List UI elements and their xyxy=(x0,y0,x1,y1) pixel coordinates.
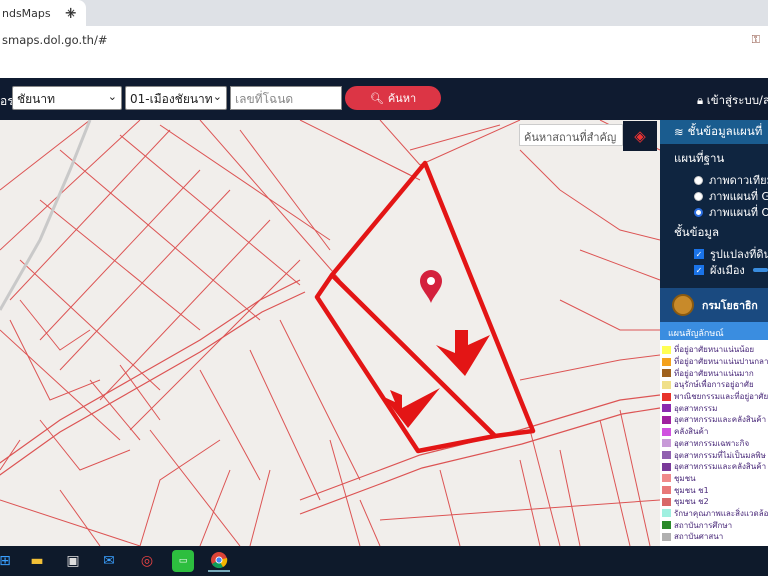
checkbox-checked[interactable]: ✓ xyxy=(694,265,704,275)
media-icon[interactable]: ◎ xyxy=(136,550,158,572)
lock-icon: 🔒︎ xyxy=(697,93,704,107)
province-value: ชัยนาท xyxy=(17,92,56,106)
basemap-option-satellite[interactable]: ภาพดาวเทียม xyxy=(674,172,768,188)
legend-item: พาณิชยกรรมและที่อยู่อาศัย xyxy=(662,391,768,403)
mail-icon[interactable]: ✉ xyxy=(98,550,120,572)
login-label: เข้าสู่ระบบ/ล xyxy=(706,93,768,107)
district-value: 01-เมืองชัยนาท xyxy=(130,92,213,106)
chrome-logo xyxy=(211,552,228,569)
legend-item: อุตสาหกรรมและคลังสินค้า xyxy=(662,414,768,426)
legend-item: ชุมชน ช1 xyxy=(662,484,768,496)
legend-item: อนุรักษ์เพื่อการอยู่อาศัย xyxy=(662,379,768,391)
legend-swatch xyxy=(662,474,671,483)
store-icon[interactable]: ▣ xyxy=(62,550,84,572)
new-tab-button[interactable]: + xyxy=(64,3,77,22)
legend-swatch xyxy=(662,427,671,436)
legend-swatch xyxy=(662,462,671,471)
tab-title: ndsMaps xyxy=(2,6,51,20)
chevron-down-icon: ⌄ xyxy=(212,90,222,103)
search-button-label: ค้นหา xyxy=(387,92,417,105)
legend-swatch xyxy=(662,451,671,460)
legend-swatch xyxy=(662,357,671,366)
layer-option-label: ผังเมือง xyxy=(710,264,745,277)
checkbox-checked[interactable]: ✓ xyxy=(694,249,704,259)
legend-item: รักษาคุณภาพและสิ่งแวดล้อม xyxy=(662,508,768,520)
layer-panel-body: แผนที่ฐาน ภาพดาวเทียม ภาพแผนที่ G ภาพแผน… xyxy=(660,144,768,288)
legend-swatch xyxy=(662,404,671,413)
department-bar: กรมโยธาธิก xyxy=(660,288,768,322)
legend-swatch xyxy=(662,497,671,506)
layer-option-cityplan[interactable]: ✓ ผังเมือง xyxy=(674,262,768,278)
layer-panel-header[interactable]: ≋ ชั้นข้อมูลแผนที่ xyxy=(660,120,768,144)
layers-icon: ◈ xyxy=(634,127,646,145)
screen: ndsMaps × + smaps.dol.go.th/# ⚿ อร ชัยนา… xyxy=(0,0,768,576)
line-app-icon[interactable]: ▭ xyxy=(172,550,194,572)
arrow-down-icon xyxy=(436,330,490,376)
legend-item: ชุมชน ช2 xyxy=(662,496,768,508)
layer-panel-title: ชั้นข้อมูลแผนที่ xyxy=(687,124,763,138)
radio-button[interactable] xyxy=(694,191,703,201)
url-text[interactable]: smaps.dol.go.th/# xyxy=(0,33,107,47)
layer-panel: ≋ ชั้นข้อมูลแผนที่ แผนที่ฐาน ภาพดาวเทียม… xyxy=(660,120,768,546)
legend-item: ที่อยู่อาศัยหนาแน่นมาก xyxy=(662,367,768,379)
legend-item: สถาบันศาสนา xyxy=(662,531,768,543)
place-search-input[interactable]: ค้นหาสถานที่สำคัญ xyxy=(519,124,623,146)
radio-button-selected[interactable] xyxy=(694,207,703,217)
legend-swatch xyxy=(662,369,671,378)
windows-start-icon[interactable]: ⊞ xyxy=(0,550,16,572)
legend-swatch xyxy=(662,380,671,389)
legend-item: ที่อยู่อาศัยหนาแน่นปานกลาง xyxy=(662,356,768,368)
layers-title: ชั้นข้อมูล xyxy=(674,225,720,239)
legend-swatch xyxy=(662,439,671,448)
legend-label: สถาบันศาสนา xyxy=(674,532,724,542)
opacity-slider[interactable] xyxy=(752,268,768,272)
lock-icon[interactable]: ⚿ xyxy=(752,33,760,47)
chrome-icon[interactable] xyxy=(208,550,230,572)
legend-swatch xyxy=(662,415,671,424)
address-bar[interactable]: smaps.dol.go.th/# xyxy=(0,26,768,54)
radio-button[interactable] xyxy=(694,175,703,185)
legend-item: ชุมชน xyxy=(662,473,768,485)
browser-tab-strip: ndsMaps × + xyxy=(0,0,768,26)
legend-item: อุตสาหกรรม xyxy=(662,402,768,414)
legend-swatch xyxy=(662,392,671,401)
deed-number-input[interactable]: เลขที่โฉนด xyxy=(230,86,342,110)
map-svg[interactable] xyxy=(0,120,768,546)
legend-item: สถาบันการศึกษา xyxy=(662,519,768,531)
legend-item: อุตสาหกรรมและคลังสินค้า xyxy=(662,461,768,473)
legend-swatch xyxy=(662,345,671,354)
province-select[interactable]: ชัยนาท ⌄ xyxy=(12,86,122,110)
legend-item: ที่อยู่อาศัยหนาแน่นน้อย xyxy=(662,344,768,356)
map-canvas[interactable] xyxy=(0,120,768,546)
legend-swatch xyxy=(662,532,671,541)
basemap-option-google[interactable]: ภาพแผนที่ G xyxy=(674,188,768,204)
legend-item: คลังสินค้า xyxy=(662,426,768,438)
map-pin-icon xyxy=(420,270,442,303)
page-top-spacer xyxy=(0,54,768,78)
basemap-option-osm[interactable]: ภาพแผนที่ O xyxy=(674,204,768,220)
legend-item: อุตสาหกรรมเฉพาะกิจ xyxy=(662,438,768,450)
chevron-down-icon: ⌄ xyxy=(107,90,117,103)
legend-swatch xyxy=(662,486,671,495)
basemap-option-label: ภาพแผนที่ O xyxy=(709,206,768,219)
search-icon: 🔍︎ xyxy=(369,91,384,105)
parcel-lines xyxy=(0,120,661,546)
district-select[interactable]: 01-เมืองชัยนาท ⌄ xyxy=(125,86,227,110)
legend-item: อุตสาหกรรมที่ไม่เป็นมลพิษ xyxy=(662,449,768,461)
search-button[interactable]: 🔍︎ ค้นหา xyxy=(345,86,441,110)
file-explorer-icon[interactable]: ▬ xyxy=(26,550,48,572)
highlighted-parcels xyxy=(314,160,536,454)
layers-button[interactable]: ◈ xyxy=(623,121,657,151)
legend-swatch xyxy=(662,521,671,530)
layers-icon: ≋ xyxy=(674,125,684,139)
legend-title: แผนสัญลักษณ์ xyxy=(660,322,768,340)
basemap-title: แผนที่ฐาน xyxy=(674,151,725,165)
river-line xyxy=(0,120,92,311)
login-link[interactable]: 🔒︎ เข้าสู่ระบบ/ล xyxy=(697,92,768,110)
legend-list: ที่อยู่อาศัยหนาแน่นน้อย ที่อยู่อาศัยหนาแน… xyxy=(660,340,768,543)
legend-swatch xyxy=(662,509,671,518)
department-name: กรมโยธาธิก xyxy=(702,299,758,312)
layer-option-parcels[interactable]: ✓ รูปแปลงที่ดิน xyxy=(674,246,768,262)
department-seal-icon xyxy=(672,294,694,316)
